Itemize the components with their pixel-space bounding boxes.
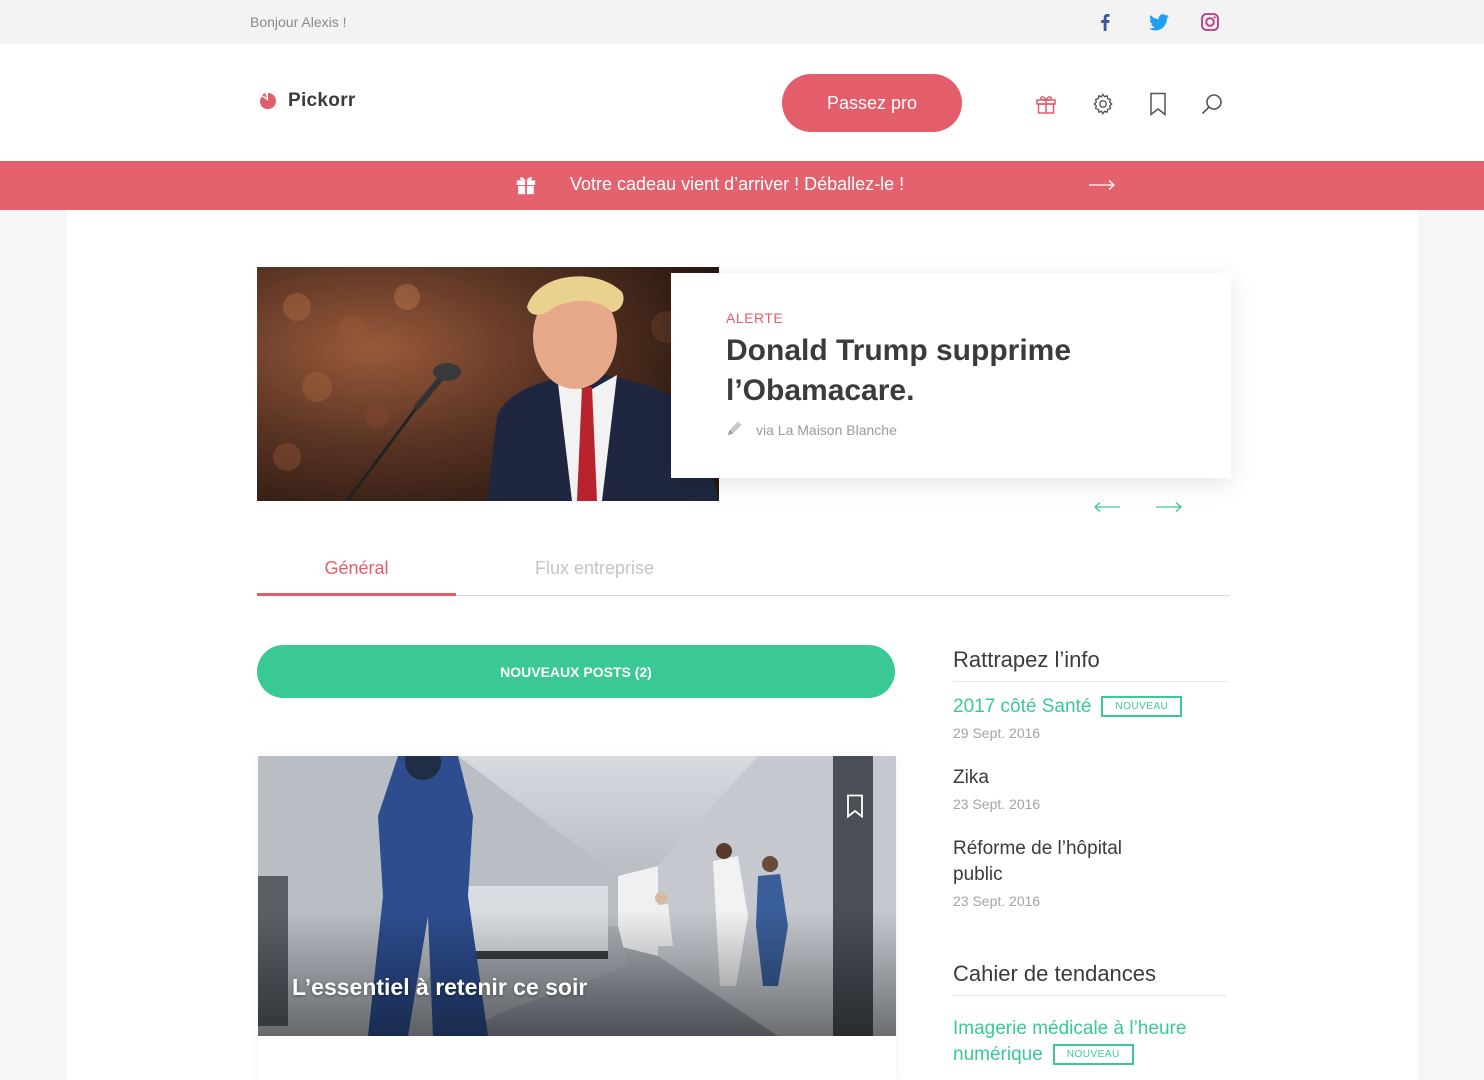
arrow-right-icon[interactable] (1155, 500, 1183, 514)
trends-item[interactable]: Imagerie médicale à l’heure numérique NOU… (953, 1016, 1227, 1068)
alert-tag: ALERTE (726, 310, 784, 326)
top-bar: Bonjour Alexis ! (0, 0, 1484, 44)
hero-title[interactable]: Donald Trump supprime l’Obamacare. (726, 331, 1146, 411)
hero-source: via La Maison Blanche (726, 419, 897, 440)
new-badge: NOUVEAU (1101, 696, 1183, 718)
greeting-text: Bonjour Alexis ! (250, 14, 347, 30)
main-header: Pickorr Passez pro (0, 44, 1484, 161)
arrow-left-icon[interactable] (1093, 500, 1121, 514)
facebook-icon[interactable] (1095, 12, 1115, 32)
gift-banner[interactable]: Votre cadeau vient d’arriver ! Déballez-… (0, 161, 1484, 210)
article-title[interactable]: L’essentiel à retenir ce soir (292, 974, 587, 1001)
bookmark-icon[interactable] (1145, 91, 1171, 117)
catchup-item[interactable]: Réforme de l’hôpital public 23 Sept. 201… (953, 836, 1153, 909)
twitter-icon[interactable] (1149, 12, 1169, 32)
hero-source-text: via La Maison Blanche (756, 421, 897, 438)
brand-logo[interactable]: Pickorr (258, 90, 356, 112)
banner-text: Votre cadeau vient d’arriver ! Déballez-… (570, 174, 905, 194)
banner-gift-icon (515, 174, 537, 201)
catchup-item-date: 23 Sept. 2016 (953, 796, 1041, 812)
new-badge: NOUVEAU (1052, 1044, 1134, 1066)
catchup-item-title[interactable]: Réforme de l’hôpital public (953, 836, 1153, 888)
pen-icon (726, 419, 744, 440)
go-pro-button[interactable]: Passez pro (782, 74, 962, 132)
catchup-item-title[interactable]: Zika (953, 765, 1227, 791)
catchup-item-date: 29 Sept. 2016 (953, 725, 1041, 741)
logo-icon (260, 93, 276, 109)
catchup-section: Rattrapez l’info (953, 647, 1227, 682)
gift-icon[interactable] (1033, 91, 1059, 117)
instagram-icon[interactable] (1200, 12, 1220, 32)
article-card[interactable]: L’essentiel à retenir ce soir (258, 756, 896, 1080)
gear-icon[interactable] (1090, 91, 1116, 117)
hero-image[interactable] (257, 267, 719, 501)
feed-tabs: Général Flux entreprise (257, 544, 1230, 596)
catchup-heading: Rattrapez l’info (953, 647, 1227, 682)
catchup-item-title[interactable]: 2017 côté Santé (953, 696, 1091, 717)
search-icon[interactable] (1199, 91, 1225, 117)
arrow-right-icon[interactable] (1088, 178, 1116, 197)
catchup-item[interactable]: Zika 23 Sept. 2016 (953, 765, 1227, 812)
trends-heading: Cahier de tendances (953, 961, 1227, 996)
tab-company-feed[interactable]: Flux entreprise (497, 558, 692, 579)
hero-card[interactable]: ALERTE Donald Trump supprime l’Obamacare… (671, 273, 1231, 478)
brand-name: Pickorr (288, 90, 356, 111)
trends-section: Cahier de tendances (953, 961, 1227, 996)
tab-general[interactable]: Général (257, 558, 456, 596)
new-posts-button[interactable]: NOUVEAUX POSTS (2) (257, 645, 895, 698)
article-bookmark-icon[interactable] (846, 794, 864, 823)
catchup-item[interactable]: 2017 côté Santé NOUVEAU 29 Sept. 2016 (953, 694, 1227, 741)
catchup-item-date: 23 Sept. 2016 (953, 893, 1041, 909)
